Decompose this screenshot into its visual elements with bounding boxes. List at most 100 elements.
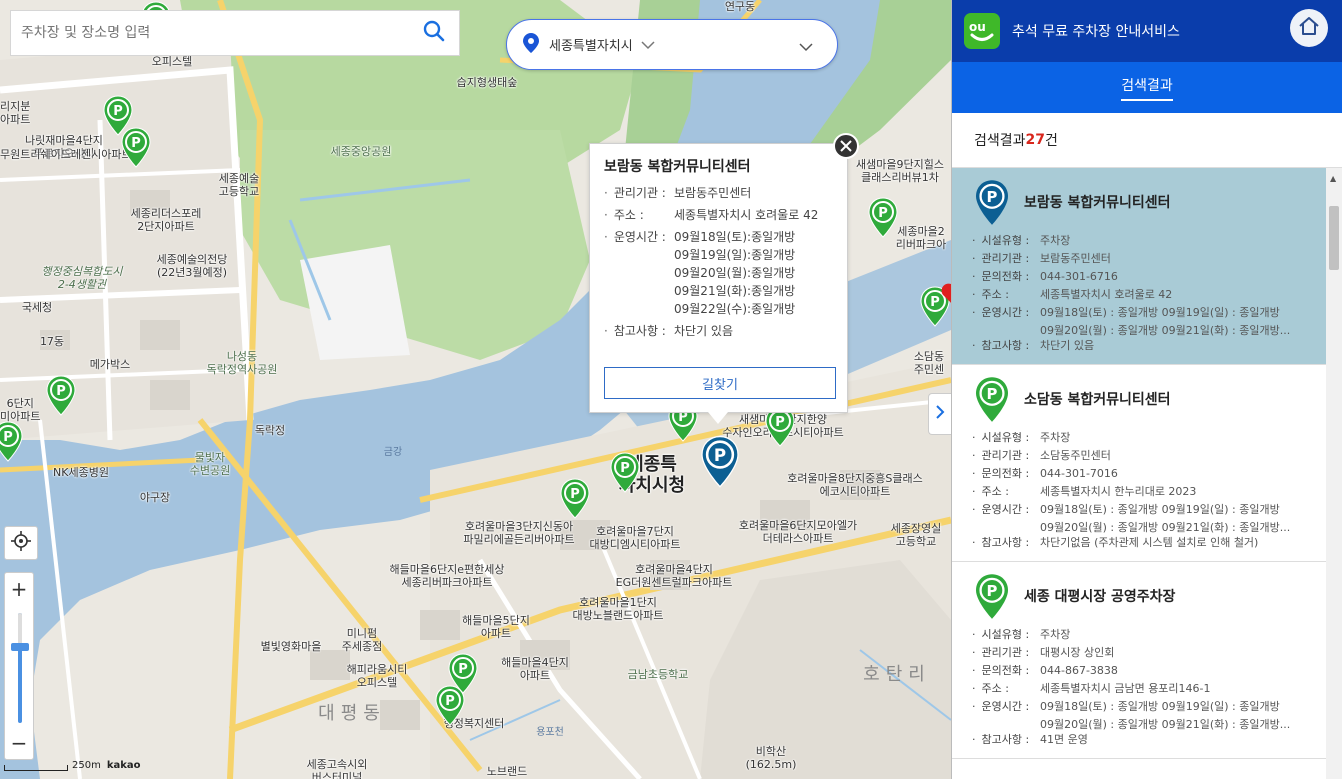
result-row-value: 주차장 xyxy=(1040,429,1327,447)
map-label: 호려울마을1단지 대방노블랜드아파트 xyxy=(572,596,664,622)
map-label: 세종예술의전당 (22년3월예정) xyxy=(156,253,228,279)
map-label: 해들마을4단지 아파트 xyxy=(501,656,569,682)
parking-pin-icon: P xyxy=(972,178,1012,226)
result-row-value-line: 09월18일(토) : 종일개방 09월19일(일) : 종일개방 xyxy=(1040,503,1280,516)
panel-toggle-button[interactable] xyxy=(928,393,951,435)
result-row-key: 운영시간 : xyxy=(972,501,1040,534)
svg-text:P: P xyxy=(987,188,998,206)
result-item-name[interactable]: 세종 대평시장 공영주차장 xyxy=(1024,586,1175,606)
parking-pin-icon[interactable]: P xyxy=(45,374,77,416)
parking-pin-icon[interactable]: P xyxy=(120,126,152,168)
map-label: 호탄리 xyxy=(863,664,931,685)
result-item[interactable]: P 보람동 복합커뮤니티센터시설유형 :주차장관리기관 :보람동주민센터문의전화 … xyxy=(952,168,1327,365)
map-label: 해피라움시티 오피스텔 xyxy=(346,663,408,689)
map-label: 무원트리쉐이드레젠시아파트 xyxy=(0,148,132,161)
parking-pin-icon[interactable]: P xyxy=(0,420,24,462)
svg-text:P: P xyxy=(987,582,998,600)
map-label: 나성동 독락정역사공원 xyxy=(206,350,278,376)
result-row-key: 관리기관 : xyxy=(972,250,1040,268)
result-row-value-line: 09월18일(토) : 종일개방 09월19일(일) : 종일개방 xyxy=(1040,700,1280,713)
svg-text:P: P xyxy=(930,295,940,310)
map-label: 습지형생태숲 xyxy=(456,76,518,89)
result-row-value-line: 차단기없음 (주차관제 시스템 설치로 인해 철거) xyxy=(1040,536,1259,549)
search-box[interactable] xyxy=(10,10,460,56)
result-item[interactable]: P 세종 대평시장 공영주차장시설유형 :주차장관리기관 :대평시장 상인회문의전… xyxy=(952,562,1327,759)
parking-pin-icon[interactable]: P xyxy=(609,451,641,493)
chevron-down-icon[interactable] xyxy=(641,35,655,54)
map-label: 노브랜드 xyxy=(486,765,528,778)
map-label: 해들마을6단지e편한세상 세종리버파크아파트 xyxy=(389,563,505,589)
result-row-value-line: 41면 운영 xyxy=(1040,733,1088,746)
parking-pin-icon[interactable]: P xyxy=(559,477,591,519)
result-item-row: 참고사항 :차단기 있음 xyxy=(972,337,1327,355)
zoom-in-button[interactable]: + xyxy=(5,573,33,605)
current-location-button[interactable] xyxy=(4,526,38,560)
zoom-slider-handle[interactable] xyxy=(11,643,29,651)
popup-row-key: 주소 : xyxy=(604,206,674,224)
result-list: P보람동 복합커뮤니티센터시설유형 :주차장관리기관 :보람동주민센터문의전화 … xyxy=(952,168,1327,779)
map-label: 호려울마을7단지 대방디엠시티아파트 xyxy=(589,525,681,551)
chevron-down-icon[interactable] xyxy=(799,37,813,56)
result-row-value: 차단기 있음 xyxy=(1040,337,1327,355)
selected-parking-pin-icon[interactable]: P xyxy=(698,434,742,488)
tab-search-results[interactable]: 검색결과 xyxy=(952,62,1342,113)
result-item[interactable]: P 소담동 복합커뮤니티센터시설유형 :주차장관리기관 :소담동주민센터문의전화 … xyxy=(952,365,1327,562)
map-label: 17동 xyxy=(39,335,65,348)
map-brand-logo: kakao xyxy=(106,760,141,771)
result-count-prefix: 검색결과 xyxy=(974,133,1026,149)
map-view[interactable]: 오피스텔 연구동 습지형생태숲 리지분 아파트 나릿재마을4단지 푸르지오시티 무원트리쉐… xyxy=(0,0,951,779)
result-item-row: 주소 :세종특별자치시 호려울로 42 xyxy=(972,286,1327,304)
region-selector[interactable]: 세종특별자치시 xyxy=(506,19,838,70)
results-panel: ou 추석 무료 주차장 안내서비스 검색결과 검색결과 27 건 P 보람동 복합… xyxy=(951,0,1342,779)
result-row-key: 관리기관 : xyxy=(972,644,1040,662)
parking-pin-icon[interactable]: P xyxy=(867,196,899,238)
scale-label: 250m xyxy=(72,760,101,771)
result-row-value: 044-867-3838 xyxy=(1040,662,1327,680)
result-item-row: 주소 :세종특별자치시 금남면 용포리146-1 xyxy=(972,680,1327,698)
result-row-value-line: 소담동주민센터 xyxy=(1040,449,1111,462)
scrollbar-thumb[interactable] xyxy=(1329,206,1339,270)
zoom-out-button[interactable]: − xyxy=(5,727,33,759)
parking-pin-icon[interactable]: P xyxy=(434,684,466,726)
result-row-value: 소담동주민센터 xyxy=(1040,447,1327,465)
map-label: 호려울마을6단지모아엘가 더테라스아파트 xyxy=(738,519,858,545)
result-row-value: 주차장 xyxy=(1040,232,1327,250)
search-input[interactable] xyxy=(11,11,409,55)
map-label: 비학산 (162.5m) xyxy=(745,745,797,771)
svg-text:P: P xyxy=(3,430,13,445)
map-label: 새샘마을9단지힐스 클래스리버뷰1차 xyxy=(856,158,944,184)
map-label: 용포천 xyxy=(536,727,564,738)
result-item-row: 시설유형 :주차장 xyxy=(972,626,1327,644)
result-item-name[interactable]: 소담동 복합커뮤니티센터 xyxy=(1024,389,1171,409)
map-label: NK세종병원 xyxy=(53,466,109,479)
popup-row: 운영시간 :09월18일(토):종일개방 09월19일(일):종일개방 09월2… xyxy=(604,228,835,318)
map-label: 오피스텔 xyxy=(151,55,193,68)
result-row-value-line: 09월18일(토) : 종일개방 09월19일(일) : 종일개방 xyxy=(1040,306,1280,319)
result-row-value-line: 주차장 xyxy=(1040,628,1071,641)
directions-button[interactable]: 길찾기 xyxy=(604,367,836,399)
popup-row-key: 참고사항 : xyxy=(604,322,674,340)
result-row-key: 주소 : xyxy=(972,286,1040,304)
result-count: 검색결과 27 건 xyxy=(952,113,1342,168)
result-item-row: 시설유형 :주차장 xyxy=(972,232,1327,250)
map-label: 소담동 주민센 xyxy=(913,350,945,376)
search-button[interactable] xyxy=(409,11,459,55)
popup-details: 관리기관 :보람동주민센터주소 :세종특별자치시 호려울로 42운영시간 :09… xyxy=(590,176,847,340)
result-item-row: 운영시간 :09월18일(토) : 종일개방 09월19일(일) : 종일개방 0… xyxy=(972,698,1327,731)
result-row-key: 운영시간 : xyxy=(972,698,1040,731)
result-row-value: 세종특별자치시 호려울로 42 xyxy=(1040,286,1327,304)
map-label: 연구동 xyxy=(724,0,756,13)
result-row-value-line: 09월20일(월) : 종일개방 09월21일(화) : 종일개방... xyxy=(1040,718,1291,731)
result-row-value-line: 세종특별자치시 금남면 용포리146-1 xyxy=(1040,682,1211,695)
result-item-row: 참고사항 :차단기없음 (주차관제 시스템 설치로 인해 철거) xyxy=(972,534,1327,552)
result-row-value-line: 세종특별자치시 한누리대로 2023 xyxy=(1040,485,1197,498)
result-item-name[interactable]: 보람동 복합커뮤니티센터 xyxy=(1024,192,1171,212)
result-count-number: 27 xyxy=(1025,132,1046,148)
scroll-up-arrow[interactable]: ▲ xyxy=(1330,174,1336,183)
result-item-row: 운영시간 :09월18일(토) : 종일개방 09월19일(일) : 종일개방0… xyxy=(972,501,1327,534)
scrollbar[interactable]: ▲ xyxy=(1326,168,1342,779)
popup-title: 보람동 복합커뮤니티센터 xyxy=(604,159,751,175)
popup-row: 참고사항 :차단기 있음 xyxy=(604,322,835,340)
popup-close-button[interactable] xyxy=(833,133,859,159)
home-button[interactable] xyxy=(1290,9,1328,47)
